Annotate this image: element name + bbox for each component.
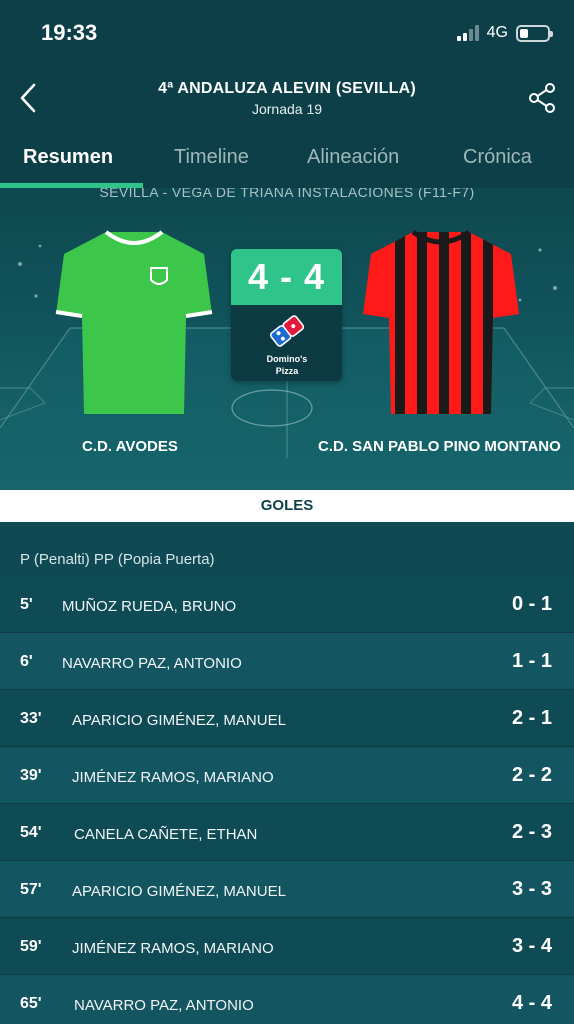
competition-title: 4ª ANDALUZA ALEVIN (SEVILLA) <box>158 80 416 97</box>
goal-row: 33' APARICIO GIMÉNEZ, MANUEL 2 - 1 <box>0 690 574 747</box>
header: 4ª ANDALUZA ALEVIN (SEVILLA) Jornada 19 <box>0 68 574 130</box>
goal-running-score: 0 - 1 <box>511 593 552 615</box>
tab-cronica[interactable]: Crónica <box>463 146 532 169</box>
chevron-left-icon <box>20 83 36 113</box>
goal-scorer: APARICIO GIMÉNEZ, MANUEL <box>72 883 286 900</box>
goal-running-score: 3 - 3 <box>511 878 552 900</box>
goal-minute: 33' <box>20 710 42 727</box>
goal-minute: 54' <box>20 824 42 841</box>
goal-row: 59' JIMÉNEZ RAMOS, MARIANO 3 - 4 <box>0 918 574 975</box>
goal-row: 57' APARICIO GIMÉNEZ, MANUEL 3 - 3 <box>0 861 574 918</box>
scoreboard: 4 - 4 Domino's Pizza <box>231 249 342 381</box>
header-title: 4ª ANDALUZA ALEVIN (SEVILLA) Jornada 19 <box>100 80 474 117</box>
goals-section-title: GOLES <box>0 490 574 522</box>
goal-running-score: 4 - 4 <box>511 992 552 1014</box>
goal-minute: 59' <box>20 938 42 955</box>
goal-running-score: 3 - 4 <box>511 935 552 957</box>
goal-minute: 57' <box>20 881 42 898</box>
goal-minute: 39' <box>20 767 42 784</box>
goal-minute: 6' <box>20 653 33 670</box>
goal-running-score: 2 - 1 <box>511 707 552 729</box>
away-team-name: C.D. SAN PABLO PINO MONTANO <box>318 438 561 455</box>
goal-running-score: 1 - 1 <box>511 650 552 672</box>
tab-resumen[interactable]: Resumen <box>23 146 113 169</box>
tab-alineacion[interactable]: Alineación <box>307 146 399 169</box>
network-type: 4G <box>486 24 508 41</box>
goal-row: 65' NAVARRO PAZ, ANTONIO 4 - 4 <box>0 975 574 1024</box>
goal-row: 54' CANELA CAÑETE, ETHAN 2 - 3 <box>0 804 574 861</box>
home-shirt-icon <box>55 230 213 414</box>
goal-row: 6' NAVARRO PAZ, ANTONIO 1 - 1 <box>0 633 574 690</box>
home-team-name: C.D. AVODES <box>82 438 178 455</box>
goals-legend: P (Penalti) PP (Popia Puerta) <box>0 522 574 576</box>
tab-bar: Resumen Timeline Alineación Crónica <box>0 138 574 188</box>
away-shirt-icon <box>363 229 519 414</box>
match-summary: SEVILLA - VEGA DE TRIANA INSTALACIONES (… <box>0 188 574 490</box>
round-label: Jornada 19 <box>251 101 323 117</box>
battery-icon <box>516 24 553 42</box>
signal-icon <box>456 25 479 41</box>
sponsor-logo: Domino's Pizza <box>261 315 313 376</box>
goal-minute: 5' <box>20 596 33 613</box>
goal-scorer: APARICIO GIMÉNEZ, MANUEL <box>72 712 286 729</box>
goal-scorer: CANELA CAÑETE, ETHAN <box>74 826 258 843</box>
goal-minute: 65' <box>20 995 42 1012</box>
share-button[interactable] <box>526 82 558 114</box>
status-time: 19:33 <box>41 20 98 45</box>
sponsor-line-2: Pizza <box>275 366 299 376</box>
back-button[interactable] <box>14 80 44 116</box>
tab-timeline[interactable]: Timeline <box>174 146 249 169</box>
goal-list: 5' MUÑOZ RUEDA, BRUNO 0 - 1 6' NAVARRO P… <box>0 576 574 1024</box>
share-icon <box>529 83 555 113</box>
sponsor-line-1: Domino's <box>266 354 308 364</box>
final-score: 4 - 4 <box>231 249 342 305</box>
goal-running-score: 2 - 3 <box>511 821 552 843</box>
venue-label: SEVILLA - VEGA DE TRIANA INSTALACIONES (… <box>99 188 475 200</box>
goal-scorer: MUÑOZ RUEDA, BRUNO <box>62 598 237 615</box>
goal-row: 5' MUÑOZ RUEDA, BRUNO 0 - 1 <box>0 576 574 633</box>
status-indicators: 4G <box>456 24 553 42</box>
goal-scorer: NAVARRO PAZ, ANTONIO <box>74 997 254 1014</box>
dominos-logo-icon <box>269 315 305 347</box>
goal-scorer: JIMÉNEZ RAMOS, MARIANO <box>72 940 274 957</box>
goal-scorer: NAVARRO PAZ, ANTONIO <box>62 655 242 672</box>
goal-row: 39' JIMÉNEZ RAMOS, MARIANO 2 - 2 <box>0 747 574 804</box>
goal-scorer: JIMÉNEZ RAMOS, MARIANO <box>72 769 274 786</box>
goal-running-score: 2 - 2 <box>511 764 552 786</box>
status-bar: 19:33 4G <box>0 0 574 68</box>
